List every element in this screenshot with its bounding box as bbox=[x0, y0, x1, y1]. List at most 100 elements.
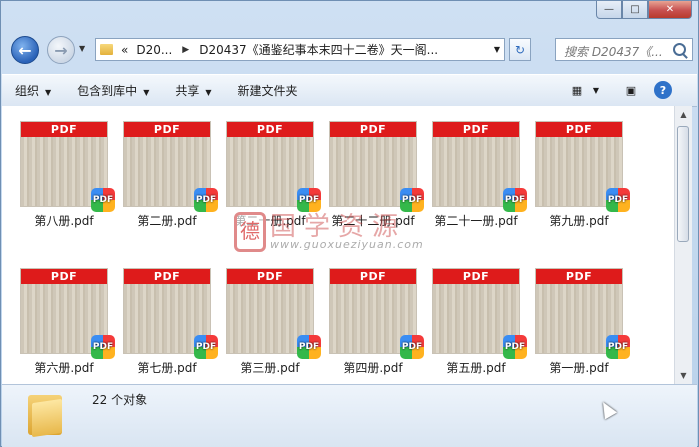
file-name: 第二十一册.pdf bbox=[434, 214, 518, 228]
share-button[interactable]: 共享 ▼ bbox=[162, 82, 224, 99]
navigation-bar: ← → ▼ « D20... ▶ D20437《通鉴纪事本末四十二卷》天一阁..… bbox=[7, 34, 693, 66]
view-dropdown-icon[interactable]: ▼ bbox=[590, 81, 602, 99]
chevron-down-icon[interactable]: ▼ bbox=[494, 45, 500, 54]
vertical-scrollbar[interactable]: ▲ ▼ bbox=[674, 106, 692, 384]
details-pane: 22 个对象 bbox=[2, 384, 697, 447]
file-item[interactable]: PDF PDF 第二册.pdf bbox=[117, 121, 218, 229]
file-item[interactable]: PDF PDF 第二十册.pdf bbox=[220, 121, 321, 229]
pdf-band: PDF bbox=[21, 122, 107, 137]
watermark-url: www.guoxueziyuan.com bbox=[270, 238, 424, 251]
chevron-right-icon[interactable]: ▶ bbox=[182, 45, 189, 55]
file-item[interactable]: PDF PDF 第九册.pdf bbox=[529, 121, 630, 229]
chevron-down-icon: ▼ bbox=[45, 88, 52, 97]
folder-icon bbox=[100, 44, 113, 55]
pdf-thumbnail: PDF PDF bbox=[329, 121, 424, 212]
pdf-app-icon: PDF bbox=[400, 188, 424, 212]
pdf-band: PDF bbox=[21, 269, 107, 284]
file-item[interactable]: PDF PDF 第五册.pdf bbox=[426, 268, 527, 376]
search-placeholder: 搜索 D20437《... bbox=[564, 45, 663, 59]
pdf-app-icon: PDF bbox=[91, 335, 115, 359]
new-folder-button[interactable]: 新建文件夹 bbox=[225, 82, 311, 99]
search-icon[interactable] bbox=[673, 43, 686, 56]
pdf-thumbnail: PDF PDF bbox=[123, 121, 218, 212]
pdf-app-icon: PDF bbox=[503, 335, 527, 359]
share-label: 共享 bbox=[175, 84, 200, 98]
pdf-band: PDF bbox=[227, 269, 313, 284]
file-name: 第三册.pdf bbox=[240, 361, 300, 375]
caption-buttons: — □ ✕ bbox=[596, 1, 692, 19]
pdf-app-icon: PDF bbox=[400, 335, 424, 359]
search-input[interactable]: 搜索 D20437《... bbox=[555, 38, 693, 61]
file-name: 第八册.pdf bbox=[34, 214, 94, 228]
pdf-app-icon: PDF bbox=[297, 188, 321, 212]
pdf-thumbnail: PDF PDF bbox=[432, 121, 527, 212]
back-button[interactable]: ← bbox=[11, 36, 39, 64]
view-options-icon[interactable]: ▦ bbox=[568, 81, 586, 99]
pdf-thumbnail: PDF PDF bbox=[329, 268, 424, 359]
breadcrumb-overflow[interactable]: « bbox=[121, 43, 128, 57]
pdf-band: PDF bbox=[330, 122, 416, 137]
folder-icon bbox=[28, 395, 62, 438]
chevron-down-icon: ▼ bbox=[143, 88, 150, 97]
pdf-thumbnail: PDF PDF bbox=[20, 268, 115, 359]
pdf-thumbnail: PDF PDF bbox=[535, 268, 630, 359]
pdf-band: PDF bbox=[124, 269, 210, 284]
pdf-thumbnail: PDF PDF bbox=[432, 268, 527, 359]
file-item[interactable]: PDF PDF 第一册.pdf bbox=[529, 268, 630, 376]
pdf-app-icon: PDF bbox=[606, 335, 630, 359]
pdf-band: PDF bbox=[536, 122, 622, 137]
include-in-library-button[interactable]: 包含到库中 ▼ bbox=[64, 82, 162, 99]
file-name: 第二十二册.pdf bbox=[331, 214, 415, 228]
help-icon[interactable]: ? bbox=[654, 81, 672, 99]
file-item[interactable]: PDF PDF 第七册.pdf bbox=[117, 268, 218, 376]
recent-pages-dropdown[interactable]: ▼ bbox=[79, 44, 85, 53]
close-button[interactable]: ✕ bbox=[648, 1, 692, 19]
item-count: 22 个对象 bbox=[92, 393, 148, 407]
pdf-app-icon: PDF bbox=[297, 335, 321, 359]
breadcrumb-current[interactable]: D20437《通鉴纪事本末四十二卷》天一阁... bbox=[199, 41, 438, 58]
file-name: 第四册.pdf bbox=[343, 361, 403, 375]
pdf-band: PDF bbox=[536, 269, 622, 284]
pdf-app-icon: PDF bbox=[194, 188, 218, 212]
breadcrumb-item[interactable]: D20... bbox=[136, 43, 172, 57]
file-item[interactable]: PDF PDF 第八册.pdf bbox=[14, 121, 115, 229]
chevron-down-icon: ▼ bbox=[205, 88, 212, 97]
refresh-button[interactable]: ↻ bbox=[509, 38, 531, 61]
explorer-window: — □ ✕ ← → ▼ « D20... ▶ D20437《通鉴纪事本末四十二卷… bbox=[0, 0, 699, 447]
pdf-thumbnail: PDF PDF bbox=[20, 121, 115, 212]
forward-button[interactable]: → bbox=[47, 36, 75, 64]
include-in-library-label: 包含到库中 bbox=[77, 84, 138, 98]
file-item[interactable]: PDF PDF 第二十二册.pdf bbox=[323, 121, 424, 229]
file-name: 第五册.pdf bbox=[446, 361, 506, 375]
command-bar: 组织 ▼ 包含到库中 ▼ 共享 ▼ 新建文件夹 ▦ ▼ ▣ ? bbox=[2, 74, 697, 107]
file-name: 第二册.pdf bbox=[137, 214, 197, 228]
file-item[interactable]: PDF PDF 第二十一册.pdf bbox=[426, 121, 527, 229]
pdf-app-icon: PDF bbox=[194, 335, 218, 359]
file-name: 第二十册.pdf bbox=[234, 214, 306, 228]
pdf-thumbnail: PDF PDF bbox=[535, 121, 630, 212]
file-name: 第一册.pdf bbox=[549, 361, 609, 375]
pdf-thumbnail: PDF PDF bbox=[123, 268, 218, 359]
organize-label: 组织 bbox=[15, 84, 40, 98]
scrollbar-thumb[interactable] bbox=[677, 126, 689, 242]
file-item[interactable]: PDF PDF 第六册.pdf bbox=[14, 268, 115, 376]
pdf-band: PDF bbox=[227, 122, 313, 137]
pdf-band: PDF bbox=[433, 269, 519, 284]
pdf-band: PDF bbox=[433, 122, 519, 137]
scroll-up-icon[interactable]: ▲ bbox=[675, 106, 692, 123]
file-item[interactable]: PDF PDF 第四册.pdf bbox=[323, 268, 424, 376]
pdf-app-icon: PDF bbox=[503, 188, 527, 212]
file-item[interactable]: PDF PDF 第三册.pdf bbox=[220, 268, 321, 376]
organize-button[interactable]: 组织 ▼ bbox=[2, 82, 64, 99]
preview-pane-icon[interactable]: ▣ bbox=[622, 81, 640, 99]
pdf-band: PDF bbox=[124, 122, 210, 137]
pdf-thumbnail: PDF PDF bbox=[226, 121, 321, 212]
file-name: 第九册.pdf bbox=[549, 214, 609, 228]
address-bar[interactable]: « D20... ▶ D20437《通鉴纪事本末四十二卷》天一阁... ▼ bbox=[95, 38, 505, 61]
pdf-app-icon: PDF bbox=[606, 188, 630, 212]
minimize-button[interactable]: — bbox=[596, 1, 622, 19]
file-list: PDF PDF 第一册.pdf PDF PDF 第五册.pdf PDF PDF 第四册.pdf P… bbox=[2, 106, 674, 384]
maximize-button[interactable]: □ bbox=[622, 1, 648, 19]
scroll-down-icon[interactable]: ▼ bbox=[675, 367, 692, 384]
pdf-app-icon: PDF bbox=[91, 188, 115, 212]
